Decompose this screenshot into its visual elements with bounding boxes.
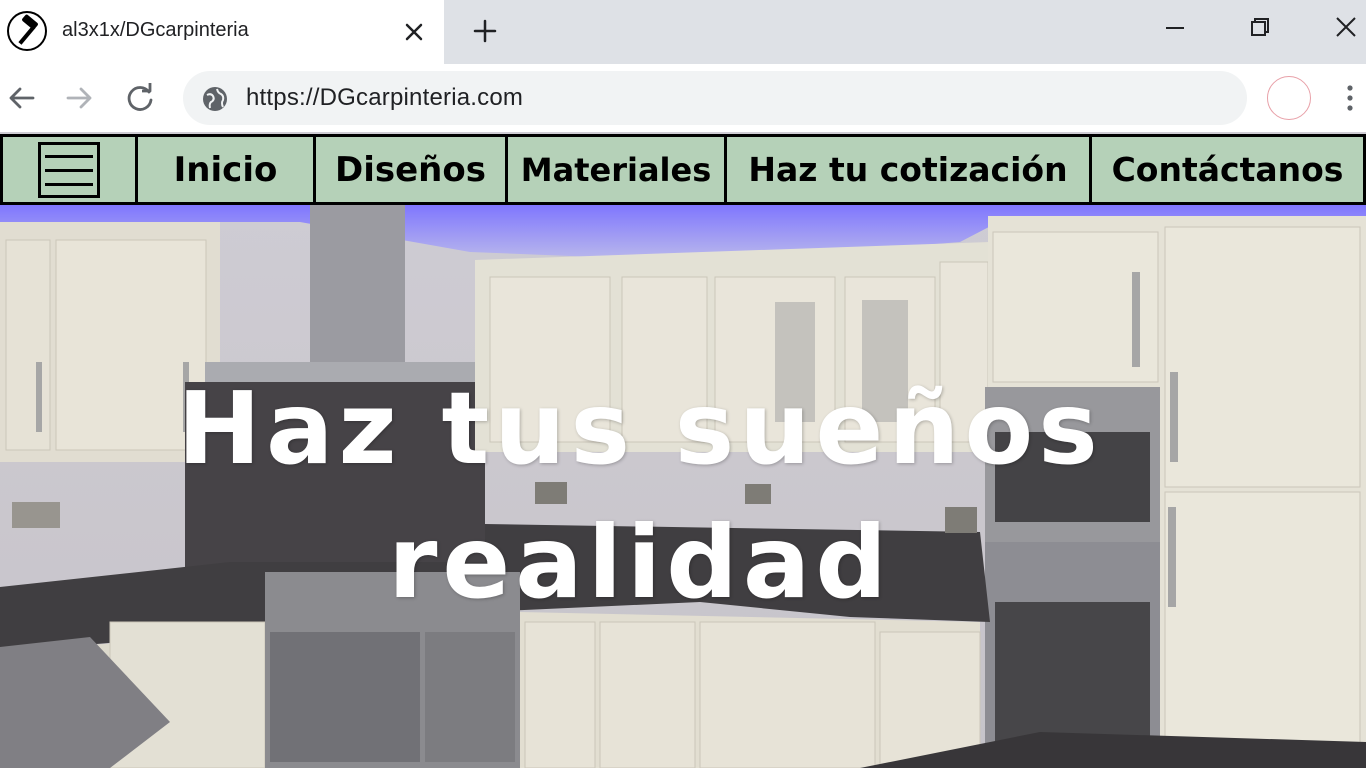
site-nav: Inicio Diseños Materiales Haz tu cotizac…: [0, 134, 1366, 205]
kebab-menu-icon[interactable]: [1336, 80, 1364, 116]
nav-label-disenos[interactable]: Diseños: [335, 150, 486, 190]
hero-headline-line2: realidad: [388, 504, 892, 621]
hero-headline: Haz tus sueños realidad: [0, 362, 1280, 630]
window-restore-icon[interactable]: [1240, 10, 1280, 46]
forward-arrow-icon[interactable]: [62, 80, 98, 116]
browser-toolbar: https://DGcarpinteria.com: [0, 64, 1366, 132]
browser-tab[interactable]: al3x1x/DGcarpinteria: [0, 0, 444, 64]
browser-tabstrip: al3x1x/DGcarpinteria: [0, 0, 1366, 64]
nav-item-materiales[interactable]: Materiales: [508, 137, 727, 202]
nav-label-materiales[interactable]: Materiales: [521, 151, 712, 189]
window-close-icon[interactable]: [1326, 10, 1366, 46]
window-minimize-icon[interactable]: [1155, 10, 1195, 46]
menu-toggle-cell[interactable]: [3, 137, 138, 202]
nav-label-cotizacion[interactable]: Haz tu cotización: [748, 150, 1067, 189]
reload-icon[interactable]: [122, 80, 158, 116]
nav-item-cotizacion[interactable]: Haz tu cotización: [727, 137, 1092, 202]
hero-headline-line1: Haz tus sueños: [177, 370, 1103, 487]
back-arrow-icon[interactable]: [3, 80, 39, 116]
page-viewport: Inicio Diseños Materiales Haz tu cotizac…: [0, 132, 1366, 768]
profile-avatar[interactable]: [1267, 76, 1311, 120]
globe-icon: [203, 87, 227, 111]
hammer-favicon-icon: [7, 11, 47, 51]
nav-item-inicio[interactable]: Inicio: [138, 137, 316, 202]
nav-label-contactanos[interactable]: Contáctanos: [1112, 150, 1344, 189]
nav-item-contactanos[interactable]: Contáctanos: [1092, 137, 1363, 202]
tab-close-icon[interactable]: [398, 16, 430, 48]
nav-item-disenos[interactable]: Diseños: [316, 137, 508, 202]
nav-label-inicio[interactable]: Inicio: [174, 150, 278, 190]
url-text: https://DGcarpinteria.com: [246, 84, 524, 111]
new-tab-plus-icon[interactable]: [468, 14, 502, 48]
tab-title: al3x1x/DGcarpinteria: [62, 19, 249, 41]
address-bar[interactable]: https://DGcarpinteria.com: [183, 71, 1247, 125]
hamburger-menu-icon[interactable]: [38, 141, 100, 198]
